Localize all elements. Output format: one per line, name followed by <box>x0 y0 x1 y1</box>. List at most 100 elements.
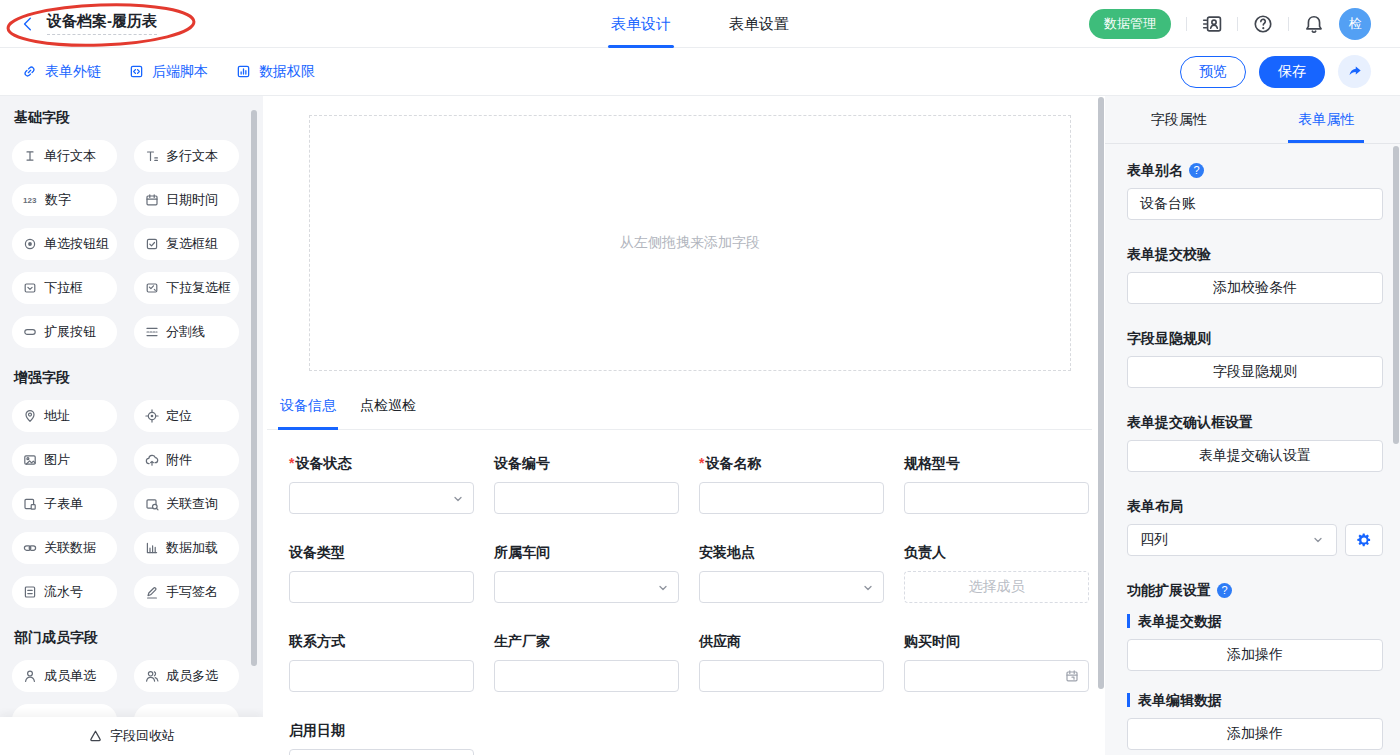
extend-button-icon <box>23 325 37 339</box>
field-item-member-single[interactable]: 成员单选 <box>12 660 117 692</box>
share-button[interactable] <box>1338 55 1371 88</box>
divider <box>1288 17 1289 31</box>
field-item-single-text[interactable]: 单行文本 <box>12 140 117 172</box>
properties-panel: 字段属性 表单属性 表单别名? 设备台账 表单提交校验 添加校验条件 字段显隐规… <box>1105 96 1400 755</box>
field-item-datetime[interactable]: 日期时间 <box>134 184 239 216</box>
preview-button[interactable]: 预览 <box>1180 56 1246 88</box>
form-external-link[interactable]: 表单外链 <box>22 63 101 81</box>
field-item-extend-button[interactable]: 扩展按钮 <box>12 316 117 348</box>
data-manage-button[interactable]: 数据管理 <box>1089 9 1171 39</box>
form-field[interactable]: 供应商 <box>699 632 884 692</box>
submit-confirm-button[interactable]: 表单提交确认设置 <box>1127 440 1383 472</box>
field-library-sidebar: 基础字段 单行文本 多行文本 123数字 日期时间 单选按钮组 复选框组 下拉框… <box>0 96 263 755</box>
bell-icon[interactable] <box>1304 14 1324 34</box>
section-title-enhanced: 增强字段 <box>14 368 263 386</box>
ext-group-title: 表单提交数据 <box>1127 612 1383 630</box>
alias-label: 表单别名 <box>1127 161 1183 179</box>
help-badge-icon[interactable]: ? <box>1217 583 1232 598</box>
form-field[interactable]: 设备类型 <box>289 543 474 603</box>
recycle-icon <box>88 729 103 744</box>
tab-form-props[interactable]: 表单属性 <box>1253 96 1400 143</box>
form-field[interactable]: 设备状态 <box>289 454 474 514</box>
field-item-multi-select[interactable]: 下拉复选框 <box>134 272 239 304</box>
back-icon[interactable] <box>20 16 36 32</box>
avatar[interactable]: 检 <box>1339 8 1371 40</box>
layout-label: 表单布局 <box>1127 497 1383 515</box>
field-item-related-data[interactable]: 关联数据 <box>12 532 117 564</box>
field-item-image[interactable]: 图片 <box>12 444 117 476</box>
contact-book-icon[interactable] <box>1202 14 1222 34</box>
form-field[interactable]: 设备名称 <box>699 454 884 514</box>
chevron-down-icon <box>452 493 464 505</box>
alias-input[interactable]: 设备台账 <box>1127 188 1383 220</box>
save-button[interactable]: 保存 <box>1259 56 1325 88</box>
form-field[interactable]: 购买时间 <box>904 632 1089 692</box>
chevron-down-icon <box>862 582 874 594</box>
drop-zone-placeholder: 从左侧拖拽来添加字段 <box>620 234 760 252</box>
multi-select-icon <box>145 281 159 295</box>
select-icon <box>23 281 37 295</box>
add-action-button[interactable]: 添加操作 <box>1127 718 1383 750</box>
canvas-scrollbar[interactable] <box>1098 97 1104 689</box>
field-item-divider[interactable]: 分割线 <box>134 316 239 348</box>
backend-script[interactable]: 后端脚本 <box>129 63 208 81</box>
serial-number-icon <box>23 585 37 599</box>
help-badge-icon[interactable]: ? <box>1189 163 1204 178</box>
field-item-subform[interactable]: 子表单 <box>12 488 117 520</box>
tab-form-settings[interactable]: 表单设置 <box>729 0 789 48</box>
signature-icon <box>145 585 159 599</box>
field-item-address[interactable]: 地址 <box>12 400 117 432</box>
field-item-data-load[interactable]: 数据加载 <box>134 532 239 564</box>
section-title-basic: 基础字段 <box>14 108 263 126</box>
field-item-checkbox-group[interactable]: 复选框组 <box>134 228 239 260</box>
field-item-select[interactable]: 下拉框 <box>12 272 117 304</box>
field-item-number[interactable]: 123数字 <box>12 184 117 216</box>
form-field[interactable]: 规格型号 <box>904 454 1089 514</box>
header-tabs: 表单设计 表单设置 <box>611 0 789 48</box>
form-field[interactable]: 负责人选择成员 <box>904 543 1089 603</box>
group-title: 表单提交确认框设置 <box>1127 413 1383 431</box>
add-validation-button[interactable]: 添加校验条件 <box>1127 272 1383 304</box>
field-item-multi-text[interactable]: 多行文本 <box>134 140 239 172</box>
help-icon[interactable] <box>1253 14 1273 34</box>
sidebar-scrollbar[interactable] <box>251 110 257 666</box>
divider-icon <box>145 325 159 339</box>
member-multi-icon <box>145 669 159 683</box>
field-item-signature[interactable]: 手写签名 <box>134 576 239 608</box>
member-picker[interactable]: 选择成员 <box>904 571 1089 603</box>
data-permission[interactable]: 数据权限 <box>236 63 315 81</box>
panel-scrollbar[interactable] <box>1393 146 1399 444</box>
add-action-button[interactable]: 添加操作 <box>1127 639 1383 671</box>
drop-zone[interactable]: 从左侧拖拽来添加字段 <box>309 115 1071 371</box>
attachment-icon <box>145 453 159 467</box>
field-item-attachment[interactable]: 附件 <box>134 444 239 476</box>
form-field[interactable]: 所属车间 <box>494 543 679 603</box>
link-icon <box>22 64 37 79</box>
field-item-related-query[interactable]: 关联查询 <box>134 488 239 520</box>
tab-inspection[interactable]: 点检巡检 <box>360 395 416 429</box>
related-data-icon <box>23 541 37 555</box>
group-title: 表单提交校验 <box>1127 245 1383 263</box>
form-field[interactable]: 安装地点 <box>699 543 884 603</box>
field-item-member-multi[interactable]: 成员多选 <box>134 660 239 692</box>
subform-icon <box>23 497 37 511</box>
link-label: 表单外链 <box>45 63 101 81</box>
field-visibility-button[interactable]: 字段显隐规则 <box>1127 356 1383 388</box>
field-item-location[interactable]: 定位 <box>134 400 239 432</box>
layout-select[interactable]: 四列 <box>1127 524 1337 556</box>
field-item-radio-group[interactable]: 单选按钮组 <box>12 228 117 260</box>
field-item-serial-number[interactable]: 流水号 <box>12 576 117 608</box>
field-recycle-bin[interactable]: 字段回收站 <box>0 717 263 755</box>
tab-field-props[interactable]: 字段属性 <box>1105 96 1253 143</box>
tab-form-design[interactable]: 表单设计 <box>611 0 671 48</box>
layout-settings-button[interactable] <box>1345 524 1383 556</box>
form-field[interactable]: 联系方式 <box>289 632 474 692</box>
form-title[interactable]: 设备档案-履历表 <box>47 12 157 35</box>
form-field[interactable]: 设备编号 <box>494 454 679 514</box>
tab-device-info[interactable]: 设备信息 <box>280 395 336 429</box>
form-field[interactable]: 生产厂家 <box>494 632 679 692</box>
canvas-tabs: 设备信息 点检巡检 <box>267 395 1092 430</box>
form-field[interactable]: 启用日期 <box>289 721 474 755</box>
member-single-icon <box>23 669 37 683</box>
back-nav[interactable]: 设备档案-履历表 <box>20 12 157 35</box>
